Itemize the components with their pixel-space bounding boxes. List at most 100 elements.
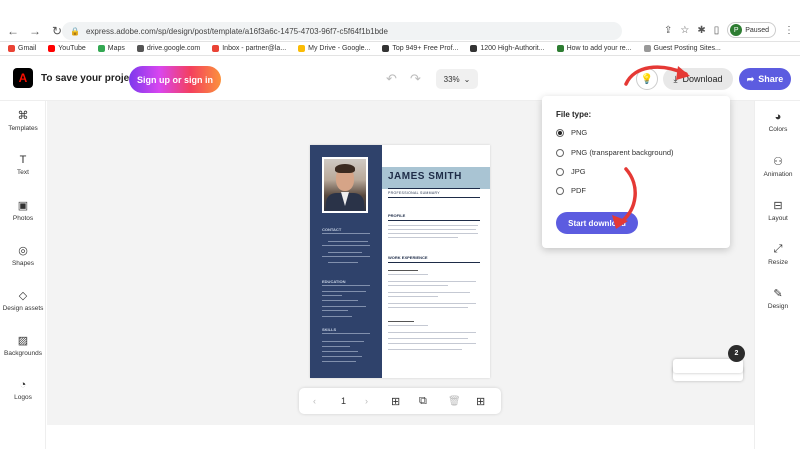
grid-view-icon[interactable]: ⊞ — [476, 395, 485, 408]
sidepanel-icon[interactable]: ▯ — [714, 25, 720, 36]
resume-contact-heading: CONTACT — [322, 227, 342, 232]
left-tool-templates[interactable]: ⌘ Templates — [0, 109, 46, 132]
bookmark-item[interactable]: Maps — [97, 45, 125, 52]
delete-page-icon[interactable]: 🗑 — [448, 396, 461, 407]
bookmark-favicon-icon — [382, 45, 390, 52]
radio-button[interactable] — [556, 167, 564, 176]
page-toolbar: ‹ 1 › ⊞ ⧉ 🗑 ⊞ — [299, 388, 501, 414]
bookmark-item[interactable]: Guest Posting Sites... — [643, 45, 721, 52]
download-icon: ⤓ — [673, 73, 678, 84]
prev-page-icon[interactable]: ‹ — [313, 396, 316, 406]
resume-page[interactable]: JAMES SMITH PROFESSIONAL SUMMARY PROFILE… — [310, 145, 490, 378]
bookmark-label: Inbox - partner@la... — [222, 45, 287, 52]
menu-icon[interactable]: ⋮ — [784, 25, 794, 36]
right-toolbar: ◕ Colors ⚇ Animation ⊟ Layout ⤢ Resize ✎ Design — [754, 101, 800, 449]
start-download-button[interactable]: Start download — [556, 212, 638, 234]
bookmark-favicon-icon — [97, 45, 105, 52]
chevron-down-icon: ⌄ — [463, 74, 471, 84]
file-type-option[interactable]: PDF — [556, 186, 586, 195]
file-type-option[interactable]: JPG — [556, 167, 586, 176]
bookmark-item[interactable]: 1200 High-Authorit... — [470, 45, 545, 52]
bookmark-label: Maps — [107, 45, 125, 52]
left-tool-shapes[interactable]: ◎ Shapes — [0, 244, 46, 267]
left-tool-text[interactable]: T Text — [0, 154, 46, 176]
page-count-badge: 2 — [728, 345, 745, 362]
bookmark-label: My Drive - Google... — [308, 45, 371, 52]
back-icon[interactable]: ← — [4, 22, 22, 40]
file-type-label-text: PNG (transparent background) — [571, 148, 674, 157]
file-type-label: File type: — [556, 110, 592, 119]
design-icon: ✎ — [773, 288, 783, 300]
resume-name[interactable]: JAMES SMITH — [388, 171, 462, 182]
browser-chrome: ← → ↻ 🔒 express.adobe.com/sp/design/post… — [0, 0, 800, 42]
bookmark-label: Gmail — [18, 45, 37, 52]
bookmark-item[interactable]: Inbox - partner@la... — [212, 45, 286, 52]
templates-icon: ⌘ — [17, 110, 29, 122]
profile-status: Paused — [745, 26, 769, 34]
lightbulb-icon[interactable]: 💡 — [636, 68, 658, 90]
add-page-icon[interactable]: ⊞ — [391, 395, 400, 408]
bookmark-favicon-icon — [643, 45, 651, 52]
resize-icon: ⤢ — [773, 243, 783, 255]
bookmark-label: Guest Posting Sites... — [653, 45, 721, 52]
bookmark-star-icon[interactable]: ☆ — [680, 25, 689, 36]
bookmark-favicon-icon — [298, 45, 306, 52]
share-button[interactable]: ➦ Share — [739, 68, 791, 90]
bookmark-item[interactable]: Gmail — [8, 45, 36, 52]
bookmark-item[interactable]: How to add your re... — [556, 45, 632, 52]
resume-photo[interactable] — [322, 157, 368, 213]
bookmark-favicon-icon — [136, 45, 144, 52]
redo-icon[interactable]: ↷ — [410, 71, 421, 87]
bookmark-item[interactable]: YouTube — [48, 45, 86, 52]
adobe-express-logo[interactable]: A — [13, 68, 33, 88]
bookmark-label: drive.google.com — [146, 45, 201, 52]
radio-button[interactable] — [556, 128, 564, 137]
right-tool-animation[interactable]: ⚇ Animation — [755, 155, 800, 178]
left-tool-photos[interactable]: ▣ Photos — [0, 199, 46, 222]
shapes-icon: ◎ — [18, 245, 28, 257]
left-tool-design-assets[interactable]: ◇ Design assets — [0, 289, 46, 312]
animation-icon: ⚇ — [773, 156, 783, 168]
resume-title[interactable]: PROFESSIONAL SUMMARY — [388, 191, 440, 195]
bookmarks-bar: Gmail YouTube Maps drive.google.com Inbox - … — [0, 42, 800, 56]
right-tool-resize[interactable]: ⤢ Resize — [755, 243, 800, 266]
download-button[interactable]: ⤓ Download — [663, 68, 733, 90]
share-icon: ➦ — [746, 73, 755, 84]
right-tool-colors[interactable]: ◕ Colors — [755, 111, 800, 133]
radio-button[interactable] — [556, 186, 564, 195]
bookmark-favicon-icon — [48, 45, 56, 52]
bookmark-label: How to add your re... — [566, 45, 632, 52]
forward-icon[interactable]: → — [26, 22, 44, 40]
photos-icon: ▣ — [17, 200, 29, 212]
right-tool-design[interactable]: ✎ Design — [755, 287, 800, 310]
left-tool-logos[interactable]: ◔ Logos — [0, 379, 46, 401]
file-type-option[interactable]: PNG (transparent background) — [556, 148, 674, 157]
radio-button[interactable] — [556, 148, 564, 157]
duplicate-page-icon[interactable]: ⧉ — [419, 395, 427, 408]
right-tool-label: Animation — [763, 171, 793, 178]
share-page-icon[interactable]: ⇪ — [664, 25, 672, 36]
zoom-dropdown[interactable]: 33% ⌄ — [436, 69, 478, 89]
profile-button[interactable]: P Paused — [727, 22, 776, 38]
bookmark-item[interactable]: Top 949+ Free Prof... — [382, 45, 458, 52]
right-tool-layout[interactable]: ⊟ Layout — [755, 199, 800, 222]
save-prompt: To save your project — [41, 73, 139, 84]
lock-icon: 🔒 — [70, 26, 80, 36]
file-type-label-text: JPG — [571, 167, 586, 176]
download-panel: File type: PNG PNG (transparent backgroun… — [542, 96, 730, 248]
bookmark-item[interactable]: drive.google.com — [136, 45, 201, 52]
resume-profile-heading: PROFILE — [388, 213, 406, 218]
url-text: express.adobe.com/sp/design/post/templat… — [85, 26, 388, 36]
next-page-icon[interactable]: › — [365, 396, 368, 406]
bookmark-item[interactable]: My Drive - Google... — [298, 45, 370, 52]
right-tool-label: Resize — [768, 259, 788, 266]
undo-icon[interactable]: ↶ — [386, 71, 397, 87]
file-type-label-text: PDF — [571, 186, 586, 195]
extensions-icon[interactable]: ✱ — [697, 25, 705, 36]
left-tool-backgrounds[interactable]: ▨ Backgrounds — [0, 334, 46, 357]
bookmark-favicon-icon — [212, 45, 220, 52]
bookmark-label: Top 949+ Free Prof... — [392, 45, 459, 52]
url-bar[interactable]: 🔒 express.adobe.com/sp/design/post/templ… — [62, 22, 622, 40]
sign-up-button[interactable]: Sign up or sign in — [129, 66, 221, 93]
file-type-option[interactable]: PNG — [556, 128, 587, 137]
